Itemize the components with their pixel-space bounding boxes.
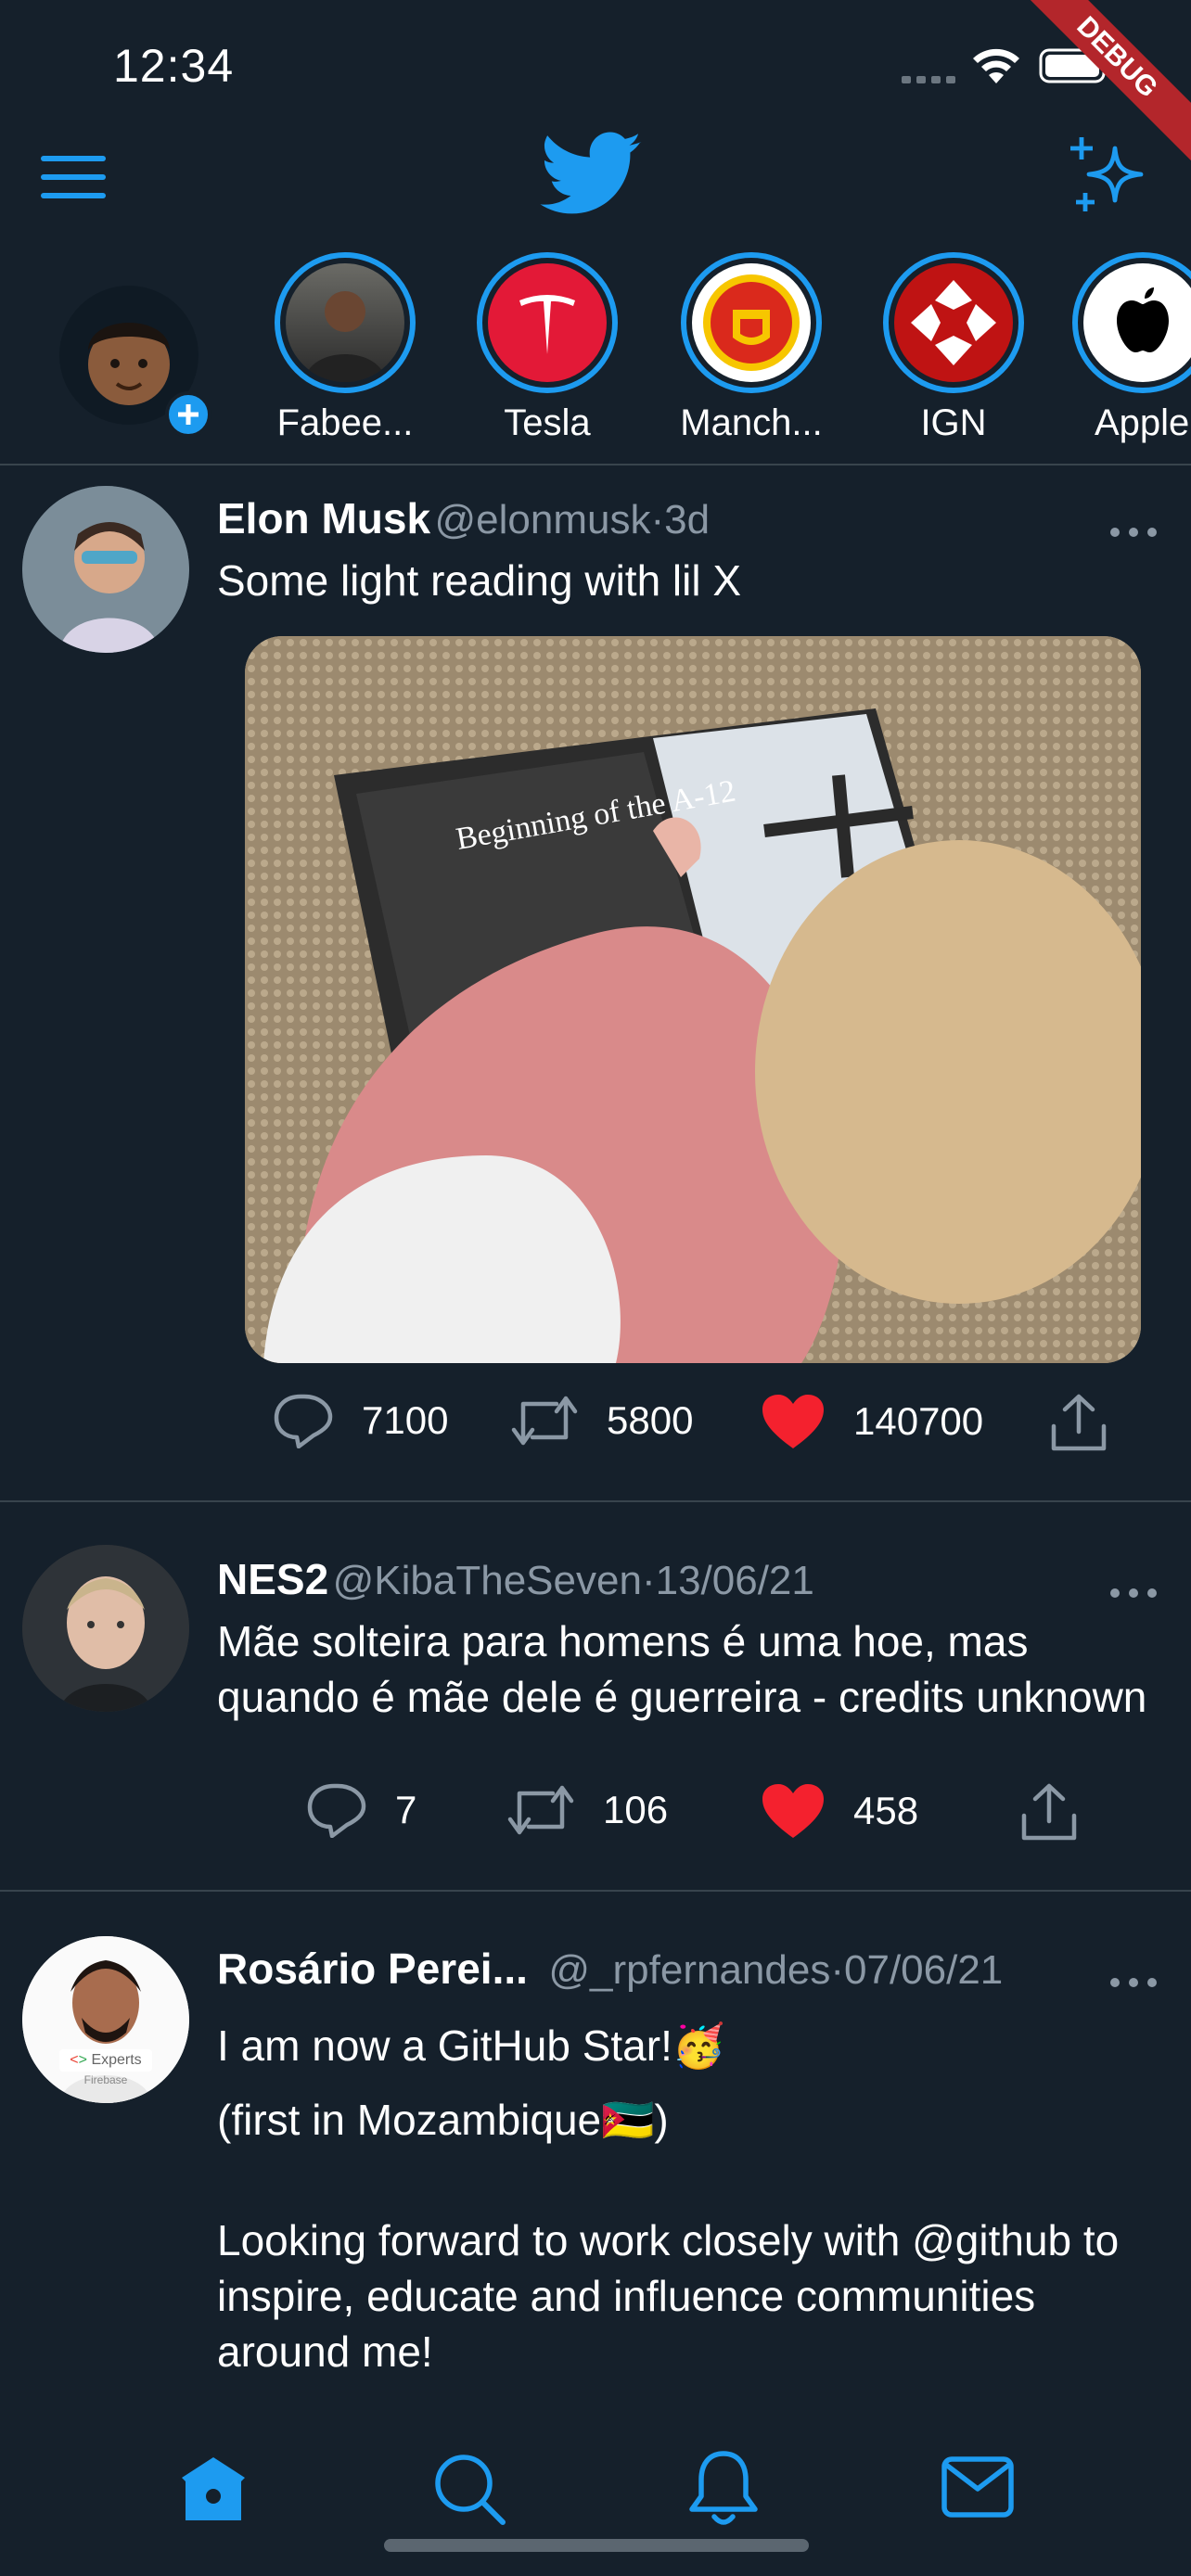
retweet-button[interactable]: 106 <box>506 1782 668 1838</box>
messages-icon[interactable] <box>941 2455 1015 2523</box>
heart-icon <box>761 1393 826 1450</box>
tweet-separator: · <box>830 1947 844 1993</box>
add-story-icon[interactable] <box>165 391 211 438</box>
sparkle-icon[interactable] <box>1067 137 1148 218</box>
retweet-icon <box>510 1393 579 1448</box>
story-item[interactable]: Manch... <box>668 252 835 444</box>
more-options-icon[interactable] <box>1109 1942 1158 2002</box>
tweet-author-name[interactable]: Elon Musk <box>217 494 430 542</box>
avatar[interactable]: <> Experts Firebase <box>22 1936 189 2103</box>
wifi-icon <box>970 45 1022 90</box>
retweet-icon <box>506 1782 575 1838</box>
story-label: Manch... <box>680 402 823 443</box>
like-button[interactable]: 140700 <box>761 1393 983 1450</box>
tweet-handle[interactable]: @elonmusk <box>434 497 650 542</box>
story-label: Tesla <box>504 402 591 443</box>
reply-count: 7100 <box>362 1398 449 1442</box>
retweet-count: 106 <box>603 1788 669 1831</box>
home-indicator <box>384 2539 809 2552</box>
experts-badge: <> Experts <box>59 2049 152 2072</box>
status-time: 12:34 <box>113 40 235 92</box>
reply-button[interactable]: 7 <box>306 1782 416 1838</box>
tweet-time: 13/06/21 <box>655 1558 814 1603</box>
notifications-icon[interactable] <box>686 2448 761 2532</box>
ign-logo <box>894 263 1013 382</box>
more-options-icon[interactable] <box>1109 491 1158 552</box>
tweet-author-name[interactable]: Rosário Perei... <box>217 1945 528 1993</box>
heart-icon <box>761 1782 826 1840</box>
like-count: 140700 <box>853 1399 984 1443</box>
story-label: Fabee... <box>276 402 414 443</box>
experts-badge-text: Experts <box>91 2052 142 2068</box>
tweet-text-line-3: Looking forward to work closely with @gi… <box>217 2216 1120 2376</box>
tweet-text-line-1: I am now a GitHub Star!🥳 <box>217 2021 726 2070</box>
tweet-time: 3d <box>664 497 711 542</box>
firebase-label: Firebase <box>83 2073 128 2086</box>
tweet-divider <box>0 1890 1191 1892</box>
story-item[interactable]: Apple <box>1072 252 1191 444</box>
tweet-separator: · <box>650 497 665 542</box>
hamburger-icon[interactable] <box>41 156 106 198</box>
reply-icon <box>306 1782 367 1838</box>
story-avatar <box>286 263 404 382</box>
twitter-bird-icon <box>540 132 644 222</box>
avatar[interactable] <box>22 486 189 653</box>
reply-count: 7 <box>395 1788 417 1831</box>
tweet-handle[interactable]: @KibaTheSeven <box>333 1558 642 1603</box>
tweet-separator: · <box>641 1558 656 1603</box>
story-item[interactable]: IGN <box>870 252 1037 444</box>
like-button[interactable]: 458 <box>761 1782 918 1840</box>
story-item[interactable]: Fabee... <box>262 252 429 444</box>
tesla-logo <box>488 263 607 382</box>
tweet-text: Mãe solteira para homens é uma hoe, mas … <box>217 1617 1147 1721</box>
tweet-text-line-2: (first in Mozambique🇲🇿) <box>217 2096 669 2144</box>
retweet-button[interactable]: 5800 <box>510 1393 693 1448</box>
story-label: Apple <box>1095 402 1190 443</box>
tweet-author-name[interactable]: NES2 <box>217 1555 328 1603</box>
share-icon[interactable] <box>1018 1782 1080 1846</box>
search-icon[interactable] <box>430 2450 508 2532</box>
reply-icon <box>273 1393 334 1448</box>
more-options-icon[interactable] <box>1109 1552 1158 1613</box>
tweet-divider <box>0 1500 1191 1502</box>
retweet-count: 5800 <box>607 1398 694 1442</box>
story-item[interactable]: Tesla <box>464 252 631 444</box>
tweet-time: 07/06/21 <box>844 1947 1004 1993</box>
signal-icon <box>902 70 957 88</box>
tweet-handle[interactable]: @_rpfernandes <box>548 1947 830 1993</box>
tweet-text: Some light reading with lil X <box>217 556 742 605</box>
stories-divider <box>0 464 1191 465</box>
man-utd-crest <box>692 263 811 382</box>
tweet-media-image[interactable]: Beginning of the A-12 <box>245 636 1141 1363</box>
avatar[interactable] <box>22 1545 189 1712</box>
story-label: IGN <box>920 402 987 443</box>
apple-logo <box>1083 263 1191 382</box>
reply-button[interactable]: 7100 <box>273 1393 448 1448</box>
home-icon[interactable] <box>176 2454 250 2529</box>
share-icon[interactable] <box>1048 1393 1109 1457</box>
like-count: 458 <box>853 1789 919 1832</box>
